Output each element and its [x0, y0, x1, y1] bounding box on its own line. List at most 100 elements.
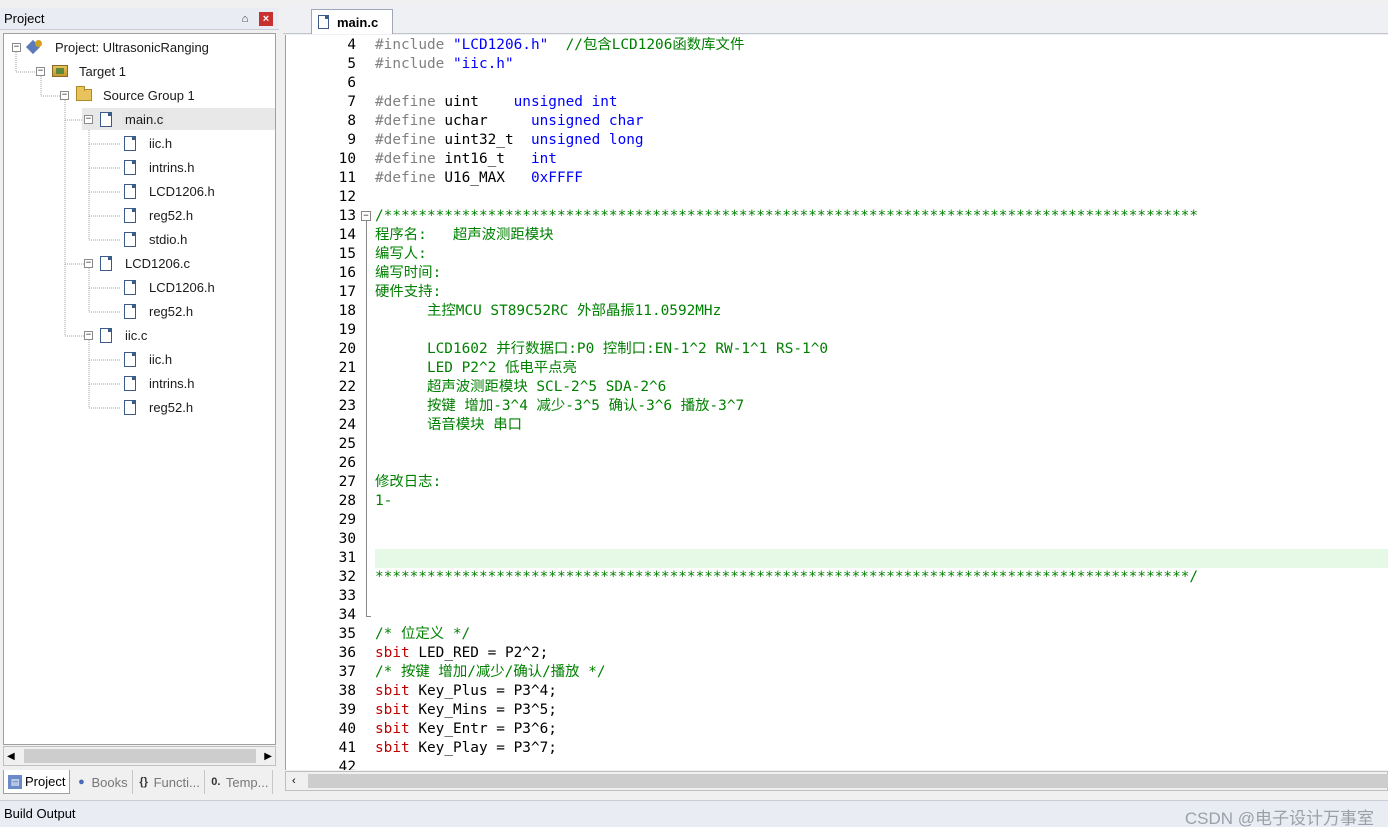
- code-line[interactable]: #define uint32_t unsigned long: [375, 131, 644, 150]
- code-token: uchar: [444, 113, 531, 129]
- tree-node-file[interactable]: reg52.h: [124, 300, 196, 322]
- code-line[interactable]: sbit LED_RED = P2^2;: [375, 644, 548, 663]
- project-tab-icon: ▤: [8, 774, 22, 789]
- header-file-icon: [124, 303, 136, 319]
- code-token: 修改日志:: [375, 474, 442, 490]
- tree-node-file[interactable]: iic.h: [124, 132, 175, 154]
- tree-node-file[interactable]: reg52.h: [124, 204, 196, 226]
- code-token: Key_Entr = P3^6;: [418, 721, 557, 737]
- code-line[interactable]: 主控MCU ST89C52RC 外部晶振11.0592MHz: [375, 302, 721, 321]
- line-number: 37: [338, 664, 356, 680]
- tab-functions[interactable]: {} Functi...: [133, 770, 205, 794]
- code-line[interactable]: 按键 增加-3^4 减少-3^5 确认-3^6 播放-3^7: [375, 397, 744, 416]
- code-line[interactable]: sbit Key_Mins = P3^5;: [375, 701, 557, 720]
- project-horizontal-scrollbar[interactable]: ◀ ▶: [3, 746, 276, 766]
- build-output-body[interactable]: [0, 827, 1388, 833]
- code-token: 语音模块 串口: [375, 417, 522, 433]
- code-line[interactable]: LED P2^2 低电平点亮: [375, 359, 577, 378]
- tree-node-main-c[interactable]: main.c: [100, 108, 167, 130]
- code-token: 程序名: 超声波测距模块: [375, 227, 554, 243]
- tree-node-file[interactable]: intrins.h: [124, 372, 198, 394]
- scroll-left-arrow-icon[interactable]: ◀: [7, 751, 15, 762]
- panel-top-strip: [0, 0, 281, 8]
- tree-node-target[interactable]: Target 1: [52, 60, 129, 82]
- tree-node-lcd1206-c[interactable]: LCD1206.c: [100, 252, 193, 274]
- code-line[interactable]: 编写时间:: [375, 264, 441, 283]
- code-line[interactable]: /* 位定义 */: [375, 625, 470, 644]
- editor-horizontal-scrollbar[interactable]: ‹: [285, 771, 1388, 791]
- code-line[interactable]: sbit Key_Entr = P3^6;: [375, 720, 557, 739]
- tree-node-file[interactable]: iic.h: [124, 348, 175, 370]
- code-token: #define: [375, 113, 445, 129]
- tree-node-source-group[interactable]: Source Group 1: [76, 84, 198, 106]
- code-line[interactable]: #define uint unsigned int: [375, 93, 618, 112]
- code-token: //包含LCD1206函数库文件: [565, 37, 745, 53]
- collapse-icon[interactable]: −: [84, 115, 93, 124]
- collapse-icon[interactable]: −: [12, 43, 21, 52]
- code-token: int16_t: [444, 151, 531, 167]
- tree-node-project[interactable]: Project: UltrasonicRanging: [28, 36, 212, 58]
- scrollbar-thumb[interactable]: [24, 749, 256, 763]
- code-line[interactable]: 程序名: 超声波测距模块: [375, 226, 554, 245]
- line-number: 26: [338, 455, 356, 471]
- tab-templates[interactable]: 0. Temp...: [205, 770, 274, 794]
- code-area[interactable]: #include "LCD1206.h" //包含LCD1206函数库文件 #in…: [375, 35, 1388, 770]
- header-file-icon: [124, 183, 136, 199]
- code-line[interactable]: #define U16_MAX 0xFFFF: [375, 169, 583, 188]
- line-number: 24: [338, 417, 356, 433]
- tree-node-file[interactable]: stdio.h: [124, 228, 190, 250]
- code-line[interactable]: LCD1602 并行数据口:P0 控制口:EN-1^2 RW-1^1 RS-1^…: [375, 340, 828, 359]
- templates-tab-icon: 0.: [211, 776, 221, 788]
- tree-node-file[interactable]: LCD1206.h: [124, 180, 218, 202]
- code-line[interactable]: 编写人:: [375, 245, 427, 264]
- code-line[interactable]: 超声波测距模块 SCL-2^5 SDA-2^6: [375, 378, 666, 397]
- code-token: sbit: [375, 740, 419, 756]
- code-token: #define: [375, 132, 445, 148]
- editor-tab-main-c[interactable]: main.c: [311, 9, 393, 34]
- fold-collapse-icon[interactable]: −: [361, 211, 371, 221]
- line-number: 7: [347, 94, 356, 110]
- tab-books[interactable]: ● Books: [70, 770, 133, 794]
- line-number: 18: [338, 303, 356, 319]
- code-line[interactable]: ****************************************…: [375, 568, 1198, 587]
- collapse-icon[interactable]: −: [60, 91, 69, 100]
- pin-icon[interactable]: ⌂: [239, 13, 251, 25]
- collapse-icon[interactable]: −: [36, 67, 45, 76]
- tree-node-label: Target 1: [79, 63, 126, 79]
- code-line[interactable]: sbit Key_Plus = P3^4;: [375, 682, 557, 701]
- tree-node-file[interactable]: intrins.h: [124, 156, 198, 178]
- tree-node-file[interactable]: reg52.h: [124, 396, 196, 418]
- code-line[interactable]: #include "iic.h": [375, 55, 514, 74]
- line-number: 17: [338, 284, 356, 300]
- tree-node-file[interactable]: LCD1206.h: [124, 276, 218, 298]
- code-line[interactable]: 硬件支持:: [375, 283, 441, 302]
- tree-node-label: reg52.h: [149, 399, 194, 415]
- project-tree[interactable]: − Project: UltrasonicRanging − Target 1 …: [3, 33, 276, 745]
- code-line[interactable]: sbit Key_Play = P3^7;: [375, 739, 557, 758]
- code-line[interactable]: /***************************************…: [375, 207, 1198, 226]
- tree-node-label: reg52.h: [149, 207, 194, 223]
- code-token: #define: [375, 170, 445, 186]
- code-line[interactable]: #define int16_t int: [375, 150, 557, 169]
- collapse-icon[interactable]: −: [84, 331, 93, 340]
- scroll-right-arrow-icon[interactable]: ▶: [264, 751, 272, 762]
- code-line[interactable]: 修改日志:: [375, 473, 441, 492]
- tree-node-iic-c[interactable]: iic.c: [100, 324, 150, 346]
- code-line[interactable]: #define uchar unsigned char: [375, 112, 644, 131]
- tab-project[interactable]: ▤ Project: [3, 770, 71, 794]
- close-icon[interactable]: ×: [259, 11, 273, 26]
- code-line[interactable]: #include "LCD1206.h" //包含LCD1206函数库文件: [375, 36, 744, 55]
- scroll-left-arrow-icon[interactable]: ‹: [292, 775, 296, 787]
- code-line[interactable]: 语音模块 串口: [375, 416, 522, 435]
- header-file-icon: [124, 351, 136, 367]
- line-number: 10: [338, 151, 356, 167]
- code-token: 1-: [375, 493, 393, 509]
- scrollbar-thumb[interactable]: [308, 774, 1388, 788]
- code-line[interactable]: /* 按键 增加/减少/确认/播放 */: [375, 663, 606, 682]
- code-line[interactable]: 1-: [375, 492, 392, 511]
- code-editor[interactable]: 4 5 6 7 8 9 10 11 12 13 14 15 16 17 18 19 20 21 22 23 24 25 26…: [285, 35, 1388, 770]
- code-token: #define: [375, 94, 445, 110]
- code-token: 编写时间:: [375, 265, 442, 281]
- fold-range-end: [366, 616, 371, 617]
- collapse-icon[interactable]: −: [84, 259, 93, 268]
